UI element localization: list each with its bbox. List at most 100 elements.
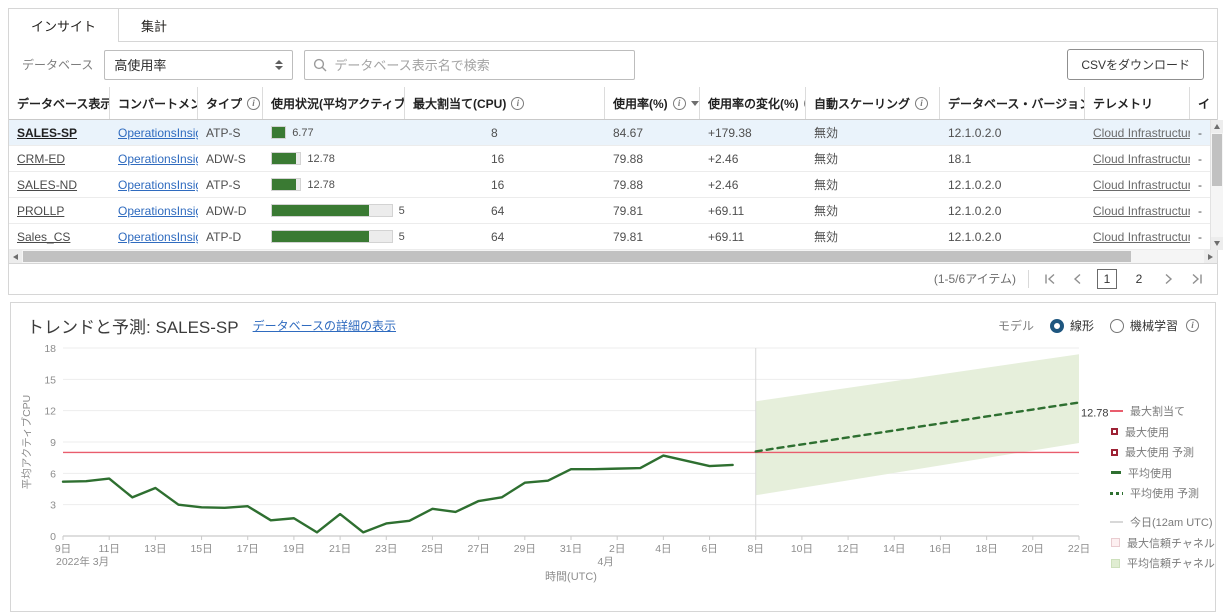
compartment-link[interactable]: OperationsInsights xyxy=(118,230,198,244)
database-details-link[interactable]: データベースの詳細の表示 xyxy=(253,317,396,334)
first-page-button[interactable] xyxy=(1041,271,1057,287)
sort-descending-icon[interactable] xyxy=(691,101,699,106)
info-icon[interactable] xyxy=(673,97,686,110)
column-header[interactable]: タイプ xyxy=(198,87,263,119)
usage-percent-value: 79.81 xyxy=(613,204,643,218)
model-option-ml[interactable]: 機械学習 xyxy=(1110,317,1178,334)
database-name-link[interactable]: Sales_CS xyxy=(17,230,70,244)
table-body: SALES-SPOperationsInsightsATP-S6.77884.6… xyxy=(9,120,1210,250)
legend-item: 今日(12am UTC) xyxy=(1110,514,1214,530)
horizontal-scrollbar[interactable] xyxy=(9,250,1217,263)
column-header[interactable]: 最大割当て(CPU) xyxy=(405,87,605,119)
filter-row: データベース 高使用率 データベース表示名で検索 CSVをダウンロード xyxy=(9,42,1217,87)
telemetry-link[interactable]: Cloud Infrastructure xyxy=(1093,126,1190,140)
x-tick-label: 13日 xyxy=(144,543,166,555)
model-label: モデル xyxy=(998,317,1034,334)
database-name-link[interactable]: SALES-SP xyxy=(17,126,77,140)
telemetry-link[interactable]: Cloud Infrastructure xyxy=(1093,178,1190,192)
x-tick-label: 6日 xyxy=(701,543,717,555)
usage-bar-value: 12.78 xyxy=(307,179,335,191)
chart-title: トレンドと予測: SALES-SP xyxy=(27,313,239,338)
radio-machine-learning[interactable] xyxy=(1110,319,1124,333)
telemetry-link[interactable]: Cloud Infrastructure xyxy=(1093,152,1190,166)
next-page-button[interactable] xyxy=(1161,271,1177,287)
usage-bar-track xyxy=(271,230,393,243)
month-label: 4月 xyxy=(597,556,613,568)
x-tick-label: 4日 xyxy=(655,543,671,555)
column-header[interactable]: コンパートメント xyxy=(110,87,198,119)
previous-page-button[interactable] xyxy=(1069,271,1085,287)
usage-bar-fill xyxy=(272,153,296,164)
vertical-scroll-thumb[interactable] xyxy=(1212,134,1222,186)
scroll-right-button[interactable] xyxy=(1204,250,1217,263)
column-header[interactable]: 使用率の変化(%) xyxy=(700,87,806,119)
usage-percent-value: 84.67 xyxy=(613,126,643,140)
column-header[interactable]: データベース・バージョン xyxy=(940,87,1085,119)
radio-linear-selected[interactable] xyxy=(1050,319,1064,333)
scroll-down-button[interactable] xyxy=(1211,237,1223,250)
x-tick-label: 18日 xyxy=(976,543,998,555)
usage-bar-track xyxy=(271,178,301,191)
column-header[interactable]: テレメトリ xyxy=(1085,87,1190,119)
column-header[interactable]: データベース表示名 xyxy=(9,87,110,119)
model-option-linear[interactable]: 線形 xyxy=(1050,317,1094,334)
page-2-button[interactable]: 2 xyxy=(1129,269,1149,289)
info-icon[interactable] xyxy=(915,97,928,110)
x-tick-label: 8日 xyxy=(748,543,764,555)
y-tick-label: 12 xyxy=(44,406,56,418)
scroll-up-button[interactable] xyxy=(1211,120,1223,133)
compartment-link[interactable]: OperationsInsights xyxy=(118,178,198,192)
database-filter-select[interactable]: 高使用率 xyxy=(104,50,293,80)
telemetry-link[interactable]: Cloud Infrastructure xyxy=(1093,230,1190,244)
vertical-scrollbar[interactable] xyxy=(1210,120,1223,250)
compartment-link[interactable]: OperationsInsights xyxy=(118,126,198,140)
csv-download-button[interactable]: CSVをダウンロード xyxy=(1067,49,1204,80)
autoscaling-value: 無効 xyxy=(814,178,838,192)
confidence-band xyxy=(756,354,1079,495)
max-allocation-value: 16 xyxy=(491,152,504,166)
legend-swatch-icon xyxy=(1110,521,1123,523)
tab-aggregate[interactable]: 集計 xyxy=(119,9,189,41)
y-tick-label: 18 xyxy=(44,343,56,355)
pagination-bar: (1-5/6アイテム) 1 2 xyxy=(9,263,1217,293)
max-allocation-value: 64 xyxy=(491,204,504,218)
database-type: ADW-S xyxy=(206,152,246,166)
column-header[interactable]: 使用率(%) xyxy=(605,87,700,119)
tab-insights[interactable]: インサイト xyxy=(9,9,119,41)
table-row[interactable]: SALES-SPOperationsInsightsATP-S6.77884.6… xyxy=(9,120,1210,146)
compartment-link[interactable]: OperationsInsights xyxy=(118,152,198,166)
model-control: モデル 線形 機械学習 xyxy=(998,317,1199,334)
x-tick-label: 9日 xyxy=(55,543,71,555)
database-version-value: 18.1 xyxy=(948,152,971,166)
legend-item: 最大使用 xyxy=(1110,424,1214,440)
horizontal-scroll-thumb[interactable] xyxy=(23,251,1131,262)
compartment-link[interactable]: OperationsInsights xyxy=(118,204,198,218)
search-box[interactable]: データベース表示名で検索 xyxy=(304,50,635,80)
table-row[interactable]: CRM-EDOperationsInsightsADW-S12.781679.8… xyxy=(9,146,1210,172)
database-name-link[interactable]: PROLLP xyxy=(17,204,64,218)
legend-swatch-icon xyxy=(1111,428,1118,435)
x-tick-label: 20日 xyxy=(1022,543,1044,555)
model-info-icon[interactable] xyxy=(1186,319,1199,332)
scroll-left-button[interactable] xyxy=(9,250,22,263)
table-row[interactable]: SALES-NDOperationsInsightsATP-S12.781679… xyxy=(9,172,1210,198)
usage-percent-value: 79.88 xyxy=(613,178,643,192)
x-tick-label: 10日 xyxy=(791,543,813,555)
column-header[interactable]: 自動スケーリング xyxy=(806,87,940,119)
legend-item: 平均信頼チャネル xyxy=(1110,555,1214,571)
info-icon[interactable] xyxy=(511,97,524,110)
info-icon[interactable] xyxy=(247,97,260,110)
database-name-link[interactable]: SALES-ND xyxy=(17,178,77,192)
column-header[interactable]: 使用状況(平均アクティブCPU) xyxy=(263,87,405,119)
telemetry-link[interactable]: Cloud Infrastructure xyxy=(1093,204,1190,218)
column-header[interactable]: イ xyxy=(1190,87,1217,119)
usage-bar-track xyxy=(271,152,301,165)
table-row[interactable]: PROLLPOperationsInsightsADW-D51.086479.8… xyxy=(9,198,1210,224)
usage-bar-fill xyxy=(272,231,369,242)
table-row[interactable]: Sales_CSOperationsInsightsATP-D51.086479… xyxy=(9,224,1210,250)
trend-forecast-chart: 036912151812.789日11日13日15日17日19日21日23日25… xyxy=(17,339,1122,589)
page-1-button[interactable]: 1 xyxy=(1097,269,1117,289)
database-name-link[interactable]: CRM-ED xyxy=(17,152,65,166)
y-tick-label: 6 xyxy=(50,468,56,480)
last-page-button[interactable] xyxy=(1189,271,1205,287)
